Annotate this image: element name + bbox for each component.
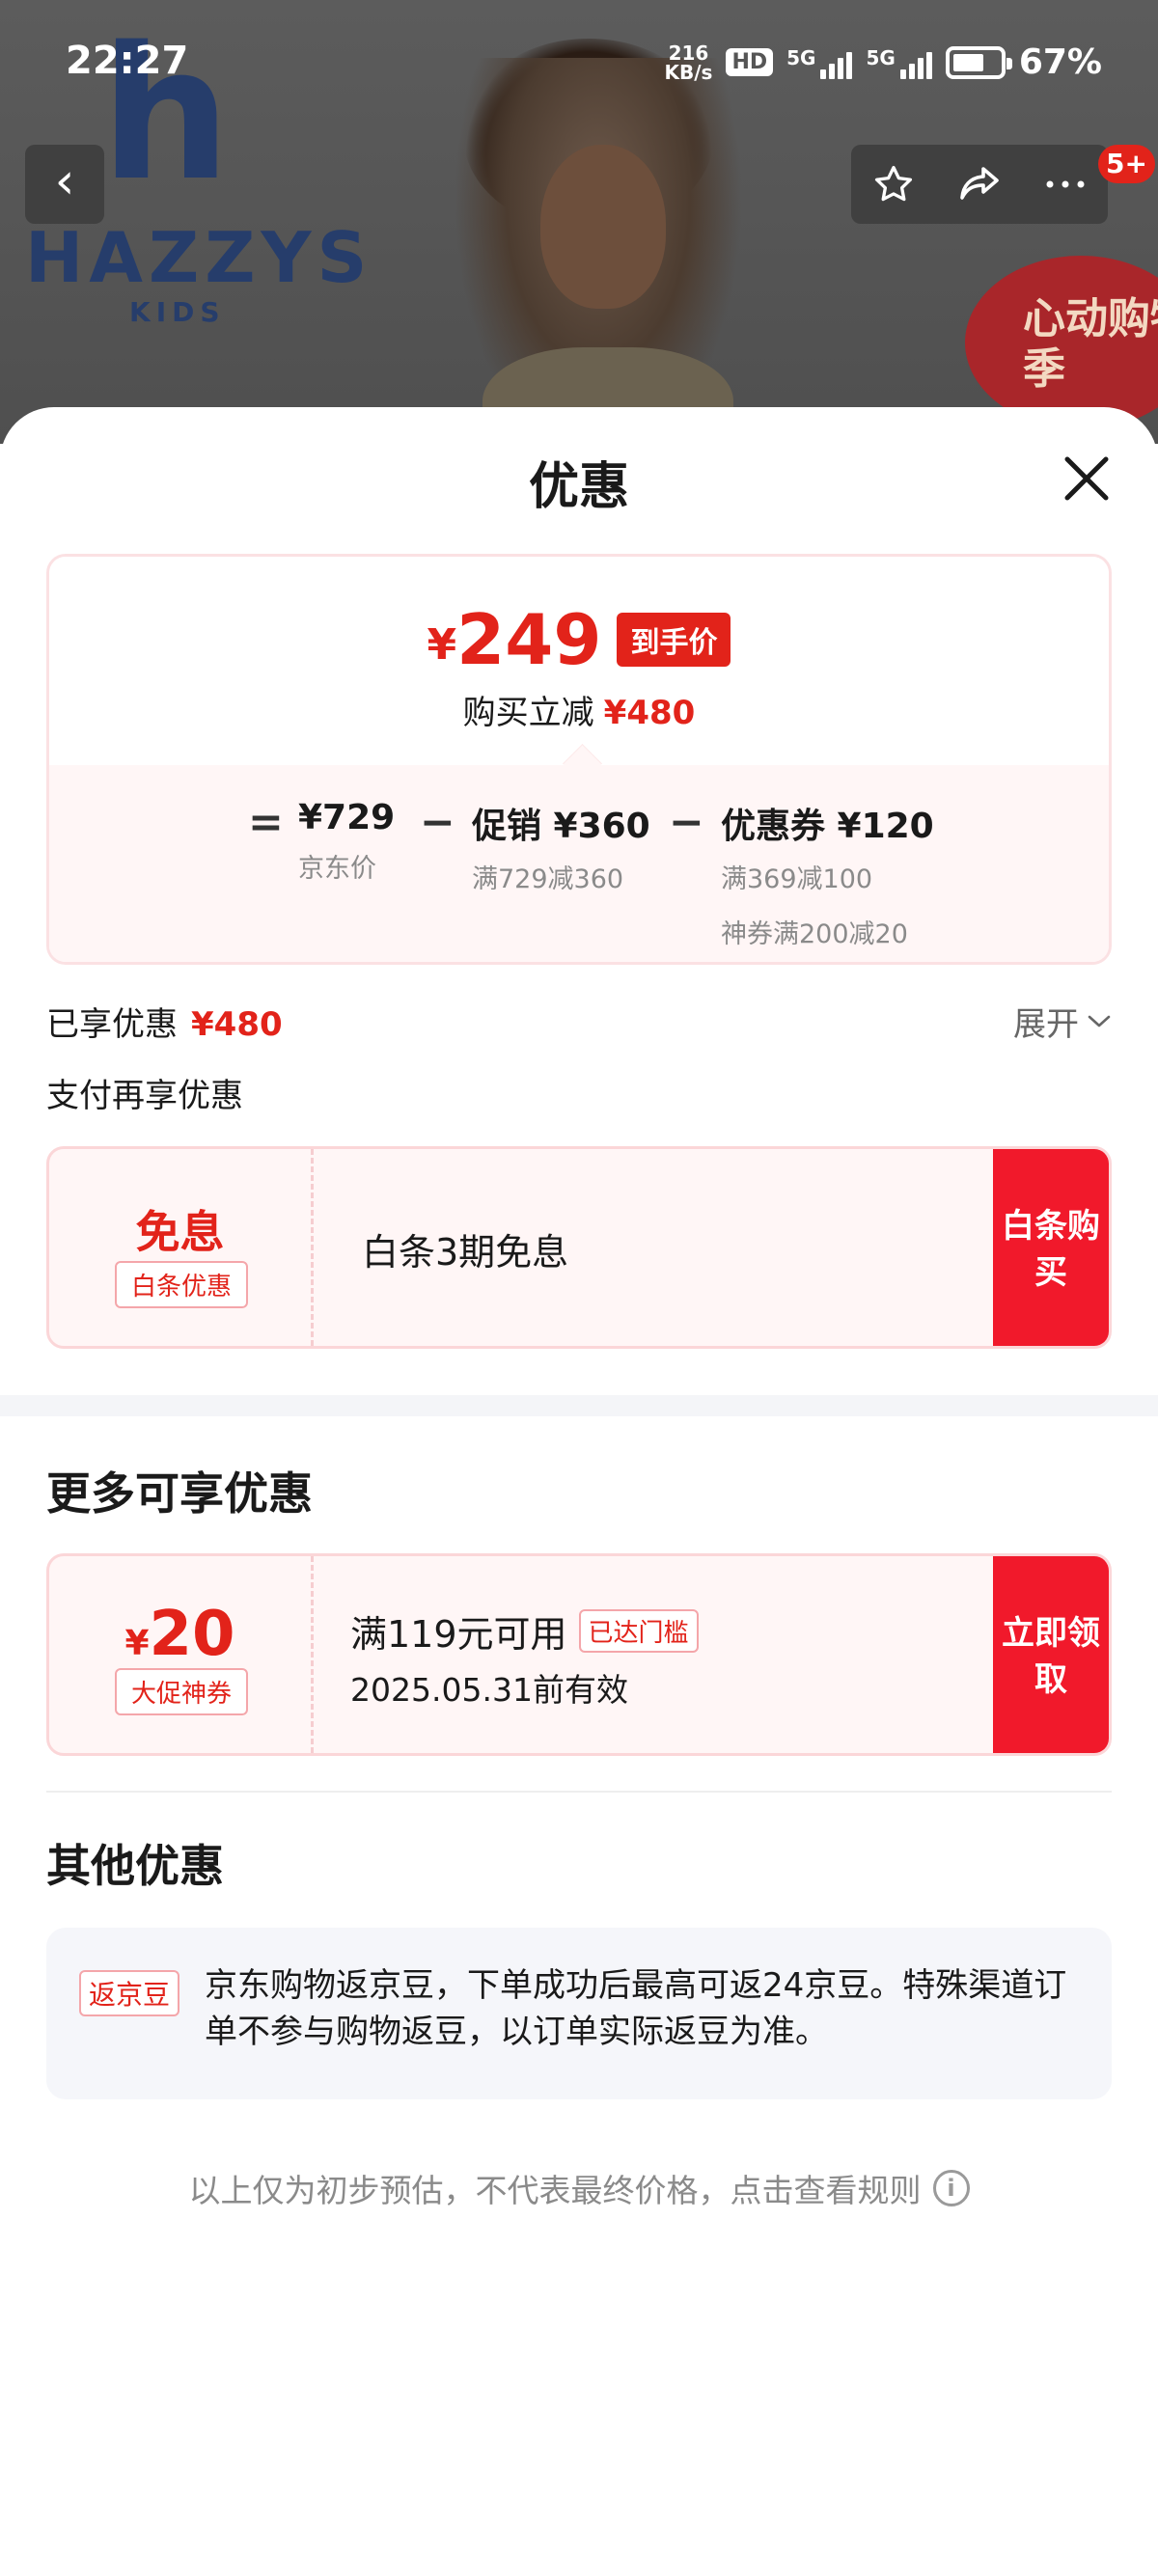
- brand-name: HAZZYS: [25, 217, 373, 298]
- hd-icon: HD: [726, 48, 774, 76]
- currency-symbol: ¥: [427, 619, 457, 670]
- threshold-tag: 已达门槛: [578, 1609, 699, 1653]
- network-speed-unit: KB/s: [664, 60, 713, 84]
- jd-price-label: 京东价: [298, 854, 376, 884]
- enjoyed-discount: 已享优惠 ¥480: [46, 998, 283, 1045]
- coupon-price: 优惠券 ¥120: [721, 807, 934, 846]
- jd-price-col: ¥729 京东价: [298, 798, 395, 885]
- save-line: 购买立减 ¥480: [49, 686, 1109, 733]
- info-icon: i: [932, 2170, 970, 2206]
- signal-icon: 5G: [786, 45, 853, 79]
- nav-actions: [851, 145, 1108, 224]
- expand-button[interactable]: 展开: [1013, 998, 1112, 1045]
- sheet-title: 优惠: [528, 458, 629, 516]
- save-label: 购买立减: [462, 694, 594, 732]
- disclaimer-link[interactable]: 以上仅为初步预估，不代表最终价格，点击查看规则 i: [0, 2165, 1158, 2211]
- final-price-row: ¥249 到手价: [49, 599, 1109, 680]
- baitiao-card: 免息 白条优惠 白条3期免息 白条购买: [46, 1146, 1112, 1349]
- baitiao-description: 白条3期免息: [362, 1231, 569, 1274]
- minus-sign: −: [420, 798, 455, 847]
- baitiao-left: 免息 白条优惠: [49, 1149, 314, 1346]
- more-button[interactable]: [1032, 151, 1099, 218]
- baitiao-big-text: 免息: [135, 1206, 225, 1258]
- enjoyed-label: 已享优惠: [46, 1005, 178, 1044]
- status-time: 22:27: [66, 39, 189, 83]
- battery-fill: [952, 53, 983, 71]
- more-icon: [1046, 180, 1085, 188]
- promo-col: 促销 ¥360 满729减360: [472, 798, 650, 895]
- share-button[interactable]: [946, 151, 1013, 218]
- final-price-area: ¥249 到手价 购买立减 ¥480: [49, 557, 1109, 765]
- coupon-tag: 大促神券: [115, 1668, 248, 1715]
- close-icon: [1064, 456, 1109, 501]
- baitiao-tag: 白条优惠: [115, 1261, 248, 1308]
- coupon-amount-value: 20: [149, 1599, 235, 1670]
- save-amount: ¥480: [603, 694, 696, 732]
- promo-detail: 满729减360: [472, 864, 624, 894]
- enjoyed-amount: ¥480: [191, 1005, 283, 1044]
- baitiao-buy-button[interactable]: 白条购买: [993, 1149, 1109, 1346]
- divider: [46, 1791, 1112, 1793]
- expand-label: 展开: [1013, 1005, 1079, 1044]
- signal-label: 5G: [866, 45, 896, 69]
- favorite-button[interactable]: [860, 151, 927, 218]
- coupon-detail-1: 满369减100: [721, 864, 873, 894]
- coupon-card: ¥20 大促神券 满119元可用 已达门槛 2025.05.31前有效 立即领取: [46, 1553, 1112, 1756]
- chevron-left-icon: ‹: [54, 152, 75, 210]
- other-offer-text: 京东购物返京豆，下单成功后最高可返24京豆。特殊渠道订单不参与购物返豆，以订单实…: [205, 1966, 1067, 2051]
- network-speed: 216 KB/s: [665, 43, 713, 82]
- other-offer-tag: 返京豆: [79, 1970, 180, 2016]
- pay-more-title: 支付再享优惠: [46, 1077, 243, 1115]
- claim-coupon-label: 立即领取: [1002, 1614, 1100, 1699]
- claim-coupon-button[interactable]: 立即领取: [993, 1556, 1109, 1753]
- brand-sub: KIDS: [129, 296, 226, 328]
- coupon-detail-2: 神券满200减20: [721, 919, 908, 949]
- signal-label: 5G: [786, 45, 816, 69]
- price-summary: ¥249 到手价 购买立减 ¥480 = ¥729 京东价 − 促销 ¥360 满…: [46, 554, 1112, 965]
- final-price-value: 249: [456, 599, 602, 680]
- other-offer-card: 返京豆 京东购物返京豆，下单成功后最高可返24京豆。特殊渠道订单不参与购物返豆，…: [46, 1928, 1112, 2099]
- status-bar: 22:27 216 KB/s HD 5G 5G 67%: [0, 0, 1158, 116]
- promo-badge: 心动购物季: [965, 256, 1158, 429]
- minus-sign: −: [669, 798, 704, 847]
- battery-icon: [945, 45, 1012, 79]
- promo-price: 促销 ¥360: [472, 807, 650, 846]
- jd-price: ¥729: [298, 798, 396, 837]
- share-icon: [960, 167, 999, 200]
- final-price: ¥249: [427, 599, 602, 680]
- baitiao-buy-label: 白条购买: [1002, 1207, 1100, 1292]
- signal-icon: 5G: [866, 45, 932, 79]
- discount-sheet: 优惠 ¥249 到手价 购买立减 ¥480 = ¥729 京东价 − 促销 ¥3…: [0, 407, 1158, 2576]
- coupon-condition-row: 满119元可用 已达门槛: [350, 1604, 699, 1658]
- more-offers-title: 更多可享优惠: [46, 1467, 313, 1520]
- coupon-left: ¥20 大促神券: [49, 1556, 314, 1753]
- price-breakdown: = ¥729 京东价 − 促销 ¥360 满729减360 − 优惠券 ¥120…: [49, 765, 1109, 962]
- other-offers-title: 其他优惠: [46, 1840, 224, 1892]
- chevron-down-icon: [1088, 1015, 1111, 1027]
- coupon-currency: ¥: [124, 1624, 150, 1663]
- battery-percent: 67%: [1018, 42, 1102, 82]
- back-button[interactable]: ‹: [25, 145, 104, 224]
- final-price-tag: 到手价: [617, 613, 731, 667]
- status-icons: 216 KB/s HD 5G 5G 67%: [665, 42, 1103, 82]
- coupon-amount: ¥20: [49, 1599, 311, 1670]
- coupon-col: 优惠券 ¥120 满369减100 神券满200减20: [721, 798, 934, 950]
- section-divider: [0, 1395, 1158, 1416]
- promo-badge-text: 心动购物季: [1023, 294, 1158, 394]
- disclaimer-text: 以上仅为初步预估，不代表最终价格，点击查看规则: [188, 2172, 922, 2209]
- network-speed-value: 216: [668, 41, 709, 65]
- coupon-condition: 满119元可用: [350, 1613, 567, 1656]
- equals-sign: =: [248, 798, 284, 847]
- coupon-validity: 2025.05.31前有效: [350, 1671, 628, 1709]
- message-count-badge: 5+: [1098, 145, 1155, 183]
- product-photo-face: [540, 145, 666, 309]
- star-icon: [875, 165, 913, 202]
- close-button[interactable]: [1058, 450, 1116, 507]
